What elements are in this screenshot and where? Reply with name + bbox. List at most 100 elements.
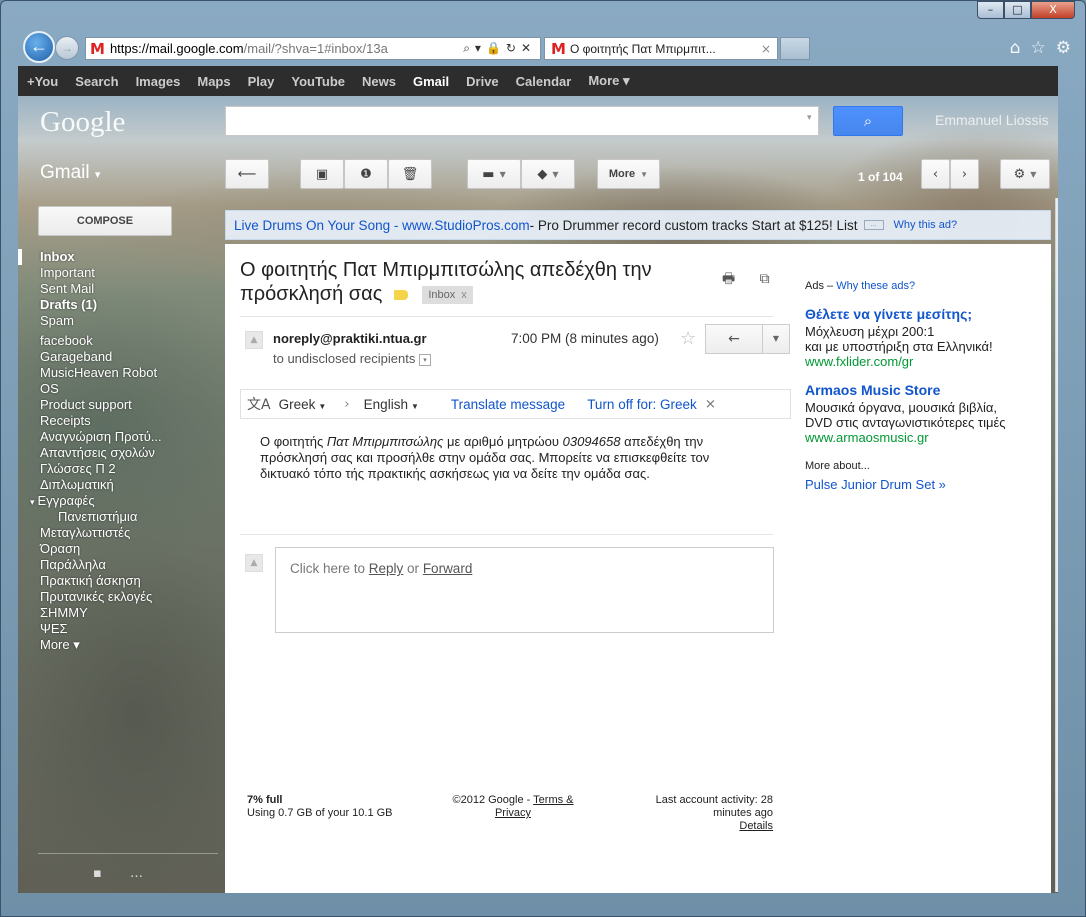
why-this-ad-link[interactable]: Why this ad? [894,219,958,231]
translate-message-link[interactable]: Translate message [451,397,565,412]
sidebar-item-compilers[interactable]: Μεταγλωττιστές [18,525,218,541]
browser-tab[interactable]: M Ο φοιτητής Πατ Μπιρμπιτ... × [544,37,778,60]
close-translate-icon[interactable]: × [705,396,716,412]
gbar-gmail[interactable]: Gmail [413,74,449,89]
sidebar-item-shmmy[interactable]: ΣΗΜΜΥ [18,605,218,621]
gbar-images[interactable]: Images [136,74,181,89]
chat-controls[interactable]: ▪ … [93,866,155,881]
sidebar-item-thesis[interactable]: Διπλωματική [18,477,218,493]
sidebar-item-internship[interactable]: Πρακτική άσκηση [18,573,218,589]
sender-address[interactable]: noreply@praktiki.ntua.gr [273,331,427,346]
top-ad-link[interactable]: Live Drums On Your Song - www.StudioPros… [234,218,530,233]
page-scrollbar[interactable]: ▲ ≡ ▼ [1055,198,1058,892]
quick-reply-box[interactable]: Click here to Reply or Forward [275,547,774,633]
sidebar-item-parallel[interactable]: Παράλληλα [18,557,218,573]
sidebar-item-important[interactable]: Important [18,265,218,281]
print-and-newwindow-icons[interactable]: 🖶 ⧉ [722,268,780,292]
ad-title[interactable]: Θέλετε να γίνετε μεσίτης; [805,307,1050,322]
why-these-ads-link[interactable]: Why these ads? [836,280,915,292]
search-field[interactable] [225,106,819,136]
labels-button[interactable]: ◆ ▼ [521,159,575,189]
remove-label-icon[interactable]: x [461,289,467,301]
search-input[interactable] [226,107,818,135]
sidebar-item-pse[interactable]: ΨΕΣ [18,621,218,637]
sidebar-item-drafts[interactable]: Drafts (1) [18,297,218,313]
gbar-plus-you[interactable]: +You [27,74,58,89]
gbar-news[interactable]: News [362,74,396,89]
search-options-dropdown[interactable]: ▾ [807,113,812,123]
more-about-link[interactable]: Pulse Junior Drum Set » [805,477,1050,492]
sidebar-item-product-support[interactable]: Product support [18,397,218,413]
minimize-button[interactable]: – [977,1,1004,19]
gbar-play[interactable]: Play [248,74,275,89]
gmail-menu[interactable]: Gmail ▾ [40,162,100,184]
sidebar-item-receipts[interactable]: Receipts [18,413,218,429]
forward-button[interactable]: → [55,36,79,60]
gbar-maps[interactable]: Maps [197,74,230,89]
search-button[interactable]: ⌕ [833,106,903,136]
reply-more-dropdown[interactable]: ▼ [762,324,790,354]
tab-close-icon[interactable]: × [761,42,771,56]
tools-gear-icon[interactable]: ⚙ [1056,38,1071,58]
new-tab-button[interactable] [780,37,810,60]
details-link[interactable]: Details [623,820,773,833]
ad-url[interactable]: www.fxlider.com/gr [805,354,1050,369]
ad-ellipsis-button[interactable]: ... [863,220,884,230]
reply-link[interactable]: Reply [369,561,404,576]
sidebar-item-languages-p2[interactable]: Γλώσσες Π 2 [18,461,218,477]
home-icon[interactable]: ⌂ [1010,38,1021,58]
sidebar-item-more[interactable]: More ▾ [18,637,218,653]
sidebar-item-vision[interactable]: Όραση [18,541,218,557]
newer-button[interactable]: ‹ [921,159,950,189]
delete-button[interactable]: 🗑 [388,159,432,189]
forward-link[interactable]: Forward [423,561,473,576]
ad-url[interactable]: www.armaosmusic.gr [805,430,1050,445]
gbar-calendar[interactable]: Calendar [516,74,572,89]
ad-title[interactable]: Armaos Music Store [805,383,1050,398]
sidebar-item-sent-mail[interactable]: Sent Mail [18,281,218,297]
sidebar-item-registrations[interactable]: ▾ Εγγραφές [18,493,218,509]
gbar-search[interactable]: Search [75,74,118,89]
gbar-more[interactable]: More ▾ [588,73,629,89]
sidebar-item-school-replies[interactable]: Απαντήσεις σχολών [18,445,218,461]
back-to-inbox-button[interactable]: ⟵ [225,159,269,189]
settings-button[interactable]: ⚙ ▼ [1000,159,1050,189]
show-details-dropdown[interactable]: ▾ [418,353,431,366]
chevron-left-icon: ‹ [932,166,939,182]
sidebar-item-inbox[interactable]: Inbox [18,249,218,265]
maximize-button[interactable]: □ [1004,1,1031,19]
source-language-select[interactable]: Greek ▼ [279,397,327,412]
importance-label-icon[interactable] [394,289,409,300]
sidebar-item-os[interactable]: OS [18,381,218,397]
back-button[interactable]: ← [23,31,55,63]
turn-off-translate-link[interactable]: Turn off for: Greek [587,397,697,412]
gbar-youtube[interactable]: YouTube [291,74,345,89]
chevron-down-icon: ▼ [499,169,506,179]
close-window-button[interactable]: X [1031,1,1075,19]
address-bar-controls[interactable]: ⌕▾🔒↻✕ [463,41,536,56]
sidebar-item-garageband[interactable]: Garageband [18,349,218,365]
compose-button[interactable]: COMPOSE [38,206,172,236]
reply-button[interactable]: ← [705,324,763,354]
sidebar-item-musicheaven-robot[interactable]: MusicHeaven Robot [18,365,218,381]
sidebar-item-facebook[interactable]: facebook [18,333,218,349]
account-name[interactable]: Emmanuel Liossis [935,112,1049,128]
report-spam-button[interactable]: ❶ [344,159,388,189]
address-bar[interactable]: M https://mail.google.com /mail/?shva=1#… [85,37,541,60]
target-language-select[interactable]: English ▼ [364,397,419,412]
archive-button[interactable]: ▣ [300,159,344,189]
sidebar-item-spam[interactable]: Spam [18,313,218,329]
gbar-drive[interactable]: Drive [466,74,499,89]
sidebar-item-universities[interactable]: Πανεπιστήμια [18,509,218,525]
folder-icon: ▬ [482,166,495,182]
sidebar-item-rector-elections[interactable]: Πρυτανικές εκλογές [18,589,218,605]
star-icon[interactable]: ☆ [680,328,696,349]
more-actions-button[interactable]: More ▼ [597,159,660,189]
move-to-button[interactable]: ▬ ▼ [467,159,521,189]
privacy-link[interactable]: Privacy [495,807,531,819]
older-button[interactable]: › [950,159,979,189]
favorites-star-icon[interactable]: ☆ [1031,38,1046,58]
sidebar-item-pattern-recognition[interactable]: Αναγνώριση Προτύ... [18,429,218,445]
google-logo[interactable]: Google [40,106,125,139]
terms-link[interactable]: Terms & [533,794,573,806]
